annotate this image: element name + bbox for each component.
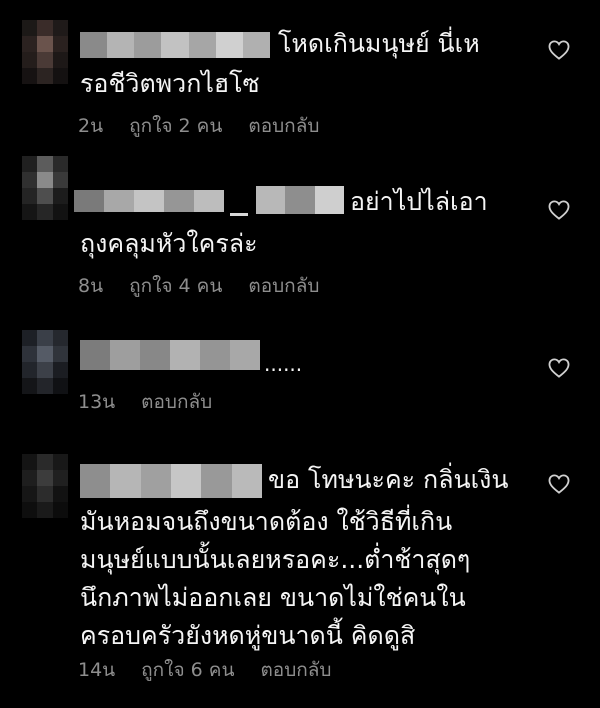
heart-outline-icon[interactable] <box>548 200 570 220</box>
avatar[interactable] <box>22 20 68 84</box>
avatar[interactable] <box>22 330 68 394</box>
comment-meta: 2น ถูกใจ 2 คน ตอบกลับ <box>78 114 319 138</box>
comment-text: รอชีวิตพวกไฮโซ <box>80 69 260 98</box>
avatar[interactable] <box>22 454 68 518</box>
heart-outline-icon[interactable] <box>548 40 570 60</box>
comment-text: ถุงคลุมหัวใครล่ะ <box>80 229 258 258</box>
timestamp: 8น <box>78 275 104 297</box>
comment-1: โหดเกินมนุษย์ นี่เห รอชีวิตพวกไฮโซ 2น ถู… <box>0 0 600 150</box>
comment-text: มนุษย์แบบนั้นเลยหรอคะ...ต่ำช้าสุดๆ <box>80 545 471 574</box>
reply-button[interactable]: ตอบกลับ <box>248 274 319 298</box>
comment-meta: 13น ตอบกลับ <box>78 390 212 414</box>
comment-3: ...... 13น ตอบกลับ <box>0 320 600 440</box>
timestamp: 14น <box>78 659 116 681</box>
comment-2: อย่าไปไล่เอา ถุงคลุมหัวใครล่ะ 8น ถูกใจ 4… <box>0 150 600 320</box>
comment-4: ขอ โทษนะคะ กลิ่นเงิน มันหอมจนถึงขนาดต้อง… <box>0 440 600 708</box>
likes-count[interactable]: ถูกใจ 2 คน <box>129 114 222 138</box>
comment-text: ครอบครัวยังหดหู่ขนาดนี้ คิดดูสิ <box>80 621 416 650</box>
heart-outline-icon[interactable] <box>548 358 570 378</box>
comment-text: อย่าไปไล่เอา <box>350 187 488 216</box>
username-redacted[interactable] <box>80 32 270 58</box>
username-underscore <box>230 213 248 216</box>
comment-text: โหดเกินมนุษย์ นี่เห <box>278 29 480 58</box>
username-redacted[interactable] <box>80 340 260 370</box>
reply-button[interactable]: ตอบกลับ <box>260 658 331 682</box>
comment-text: ...... <box>264 352 303 376</box>
timestamp: 2น <box>78 115 104 137</box>
comment-meta: 14น ถูกใจ 6 คน ตอบกลับ <box>78 658 332 682</box>
avatar[interactable] <box>22 156 68 220</box>
likes-count[interactable]: ถูกใจ 6 คน <box>141 658 234 682</box>
comment-meta: 8น ถูกใจ 4 คน ตอบกลับ <box>78 274 319 298</box>
timestamp: 13น <box>78 391 116 413</box>
username-redacted[interactable] <box>80 464 262 498</box>
comment-text: มันหอมจนถึงขนาดต้อง ใช้วิธีที่เกิน <box>80 507 453 536</box>
heart-outline-icon[interactable] <box>548 474 570 494</box>
username-redacted[interactable] <box>256 186 344 214</box>
reply-button[interactable]: ตอบกลับ <box>248 114 319 138</box>
username-redacted[interactable] <box>74 190 224 212</box>
reply-button[interactable]: ตอบกลับ <box>141 390 212 414</box>
likes-count[interactable]: ถูกใจ 4 คน <box>129 274 222 298</box>
comment-text: นึกภาพไม่ออกเลย ขนาดไม่ใช่คนใน <box>80 583 466 612</box>
comment-text: ขอ โทษนะคะ กลิ่นเงิน <box>268 465 509 494</box>
